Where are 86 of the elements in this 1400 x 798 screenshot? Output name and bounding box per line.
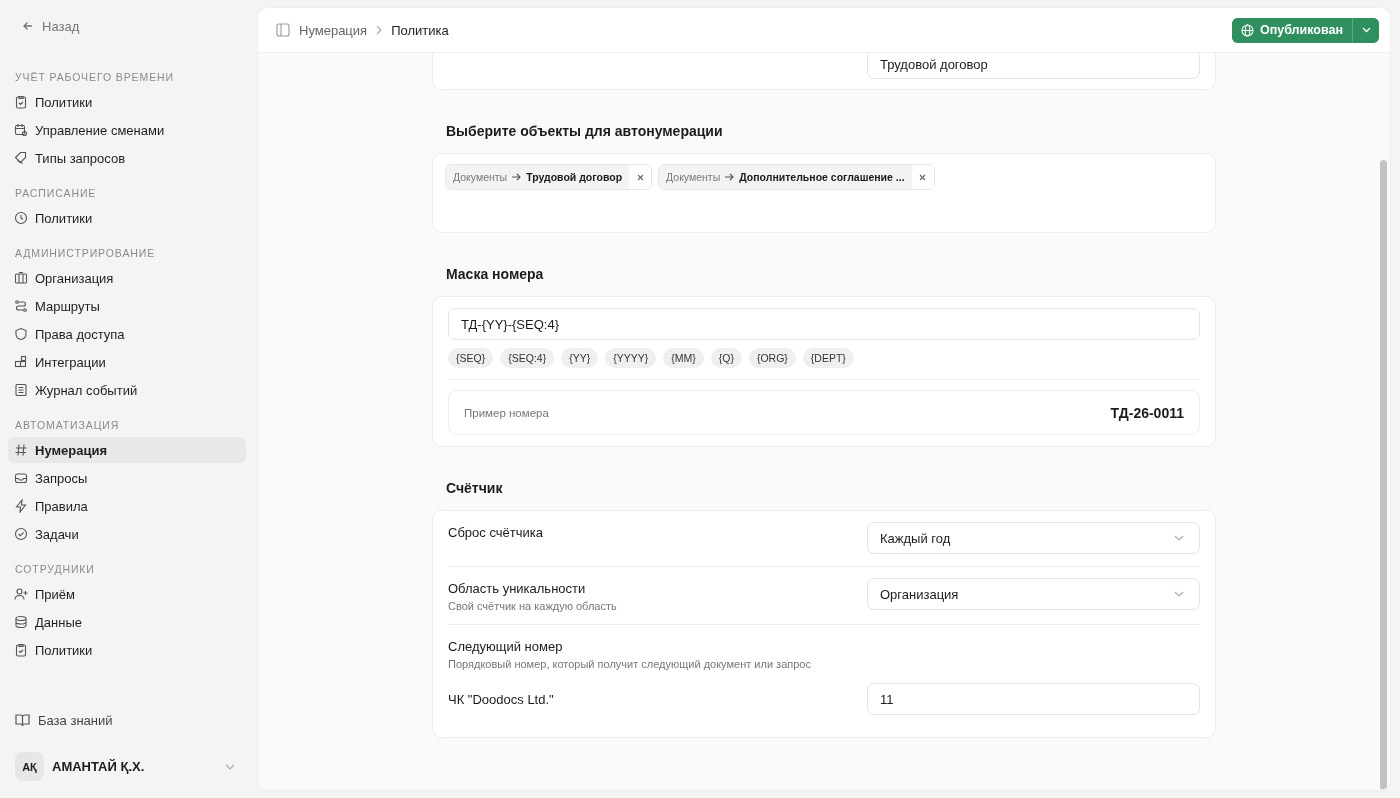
sidebar-item[interactable]: Управление сменами [8, 117, 246, 143]
breadcrumb-item[interactable]: Политика [391, 22, 449, 38]
sidebar-item[interactable]: Интеграции [8, 349, 246, 375]
sidebar-item[interactable]: Права доступа [8, 321, 246, 347]
bolt-icon [14, 499, 28, 513]
globe-icon [1241, 23, 1254, 37]
arrow-right-icon [512, 173, 522, 181]
book-icon [15, 713, 30, 727]
document-type-field[interactable]: Трудовой договор [867, 53, 1200, 79]
sidebar-item[interactable]: Организация [8, 265, 246, 291]
sidebar-item[interactable]: Журнал событий [8, 377, 246, 403]
setting-hint: Порядковый номер, который получит следующий документ или запрос [448, 658, 811, 670]
check-circle-icon [14, 527, 28, 541]
sidebar-item[interactable]: Задачи [8, 521, 246, 547]
clipboard-icon [14, 643, 28, 657]
user-avatar: АҚ [15, 752, 44, 781]
section-title: Выберите объекты для автонумерации [446, 123, 724, 140]
knowledge-base-link[interactable]: База знаний [8, 710, 120, 730]
tag-name: Трудовой договор [526, 171, 623, 183]
example-label: Пример номера [464, 406, 549, 419]
sidebar-toggle-icon[interactable] [276, 23, 290, 37]
user-plus-icon [14, 587, 28, 601]
sidebar-item[interactable]: Запросы [8, 465, 246, 491]
token-chip[interactable]: {DEPT} [802, 348, 854, 368]
back-link[interactable]: Назад [8, 17, 94, 35]
sidebar-item[interactable]: Политики [8, 89, 246, 115]
route-icon [14, 299, 28, 313]
scrollbar[interactable] [1380, 160, 1387, 790]
calendar-icon [14, 123, 28, 137]
blocks-icon [14, 355, 28, 369]
section-heading: УЧЁТ РАБОЧЕГО ВРЕМЕНИ [14, 70, 175, 85]
section-heading: СОТРУДНИКИ [14, 562, 96, 577]
close-icon [919, 173, 927, 181]
setting-label: ЧК "Doodocs Ltd." [448, 692, 554, 707]
setting-hint: Свой счётчик на каждую область [448, 600, 617, 612]
section-title: Счётчик [446, 480, 504, 497]
example-number: ТД-26-0011 [1110, 404, 1184, 421]
token-chip[interactable]: {ORG} [748, 348, 796, 368]
mask-input-field[interactable]: ТД-{YY}-{SEQ:4} [448, 308, 1200, 340]
chevron-down-icon [1174, 535, 1184, 541]
setting-label: Следующий номер [448, 639, 564, 654]
arrow-left-icon [22, 20, 34, 32]
token-chip[interactable]: {SEQ} [448, 348, 494, 368]
select-field[interactable]: Каждый год [867, 522, 1200, 554]
select-field[interactable]: Организация [867, 578, 1200, 610]
section-heading: АДМИНИСТРИРОВАНИЕ [14, 246, 157, 261]
sidebar-item[interactable]: Маршруты [8, 293, 246, 319]
close-icon [636, 173, 644, 181]
building-icon [14, 271, 28, 285]
clipboard-icon [14, 95, 28, 109]
sidebar-item[interactable]: Политики [8, 205, 246, 231]
publish-dropdown-button[interactable] [1352, 17, 1379, 43]
arrow-right-icon [725, 173, 735, 181]
section-heading: АВТОМАТИЗАЦИЯ [14, 418, 121, 433]
tag-category: Документы [666, 171, 721, 183]
sidebar-item[interactable]: Приём [8, 581, 246, 607]
chevron-down-icon [1361, 27, 1371, 33]
token-chip[interactable]: {YYYY} [605, 348, 657, 368]
user-name: АМАНТАЙ Қ.Х. [52, 759, 146, 774]
chevron-down-icon [1174, 591, 1184, 597]
clock-icon [14, 211, 28, 225]
token-chip[interactable]: {MM} [663, 348, 704, 368]
chevron-right-icon [376, 25, 383, 35]
sidebar-item[interactable]: Правила [8, 493, 246, 519]
sidebar-item[interactable]: Типы запросов [8, 145, 246, 171]
tag-name: Дополнительное соглашение ... [739, 171, 905, 183]
sidebar-item[interactable]: Данные [8, 609, 246, 635]
section-title: Маска номера [446, 266, 545, 283]
hash-icon [14, 443, 28, 457]
chevron-down-icon[interactable] [225, 763, 235, 770]
sidebar-item[interactable]: Нумерация [8, 437, 246, 463]
section-heading: РАСПИСАНИЕ [14, 186, 98, 201]
list-icon [14, 383, 28, 397]
setting-label: Сброс счётчика [448, 525, 543, 540]
token-chip[interactable]: {SEQ:4} [500, 348, 555, 368]
number-input-field[interactable]: 11 [867, 683, 1200, 715]
tag-icon [14, 151, 28, 165]
sidebar-item[interactable]: Политики [8, 637, 246, 663]
token-chip[interactable]: {Q} [710, 348, 742, 368]
setting-label: Область уникальности [448, 581, 587, 596]
shield-icon [14, 327, 28, 341]
inbox-icon [14, 471, 28, 485]
tag-category: Документы [453, 171, 508, 183]
token-chip[interactable]: {YY} [561, 348, 599, 368]
breadcrumb-item[interactable]: Нумерация [299, 22, 368, 38]
database-icon [14, 615, 28, 629]
